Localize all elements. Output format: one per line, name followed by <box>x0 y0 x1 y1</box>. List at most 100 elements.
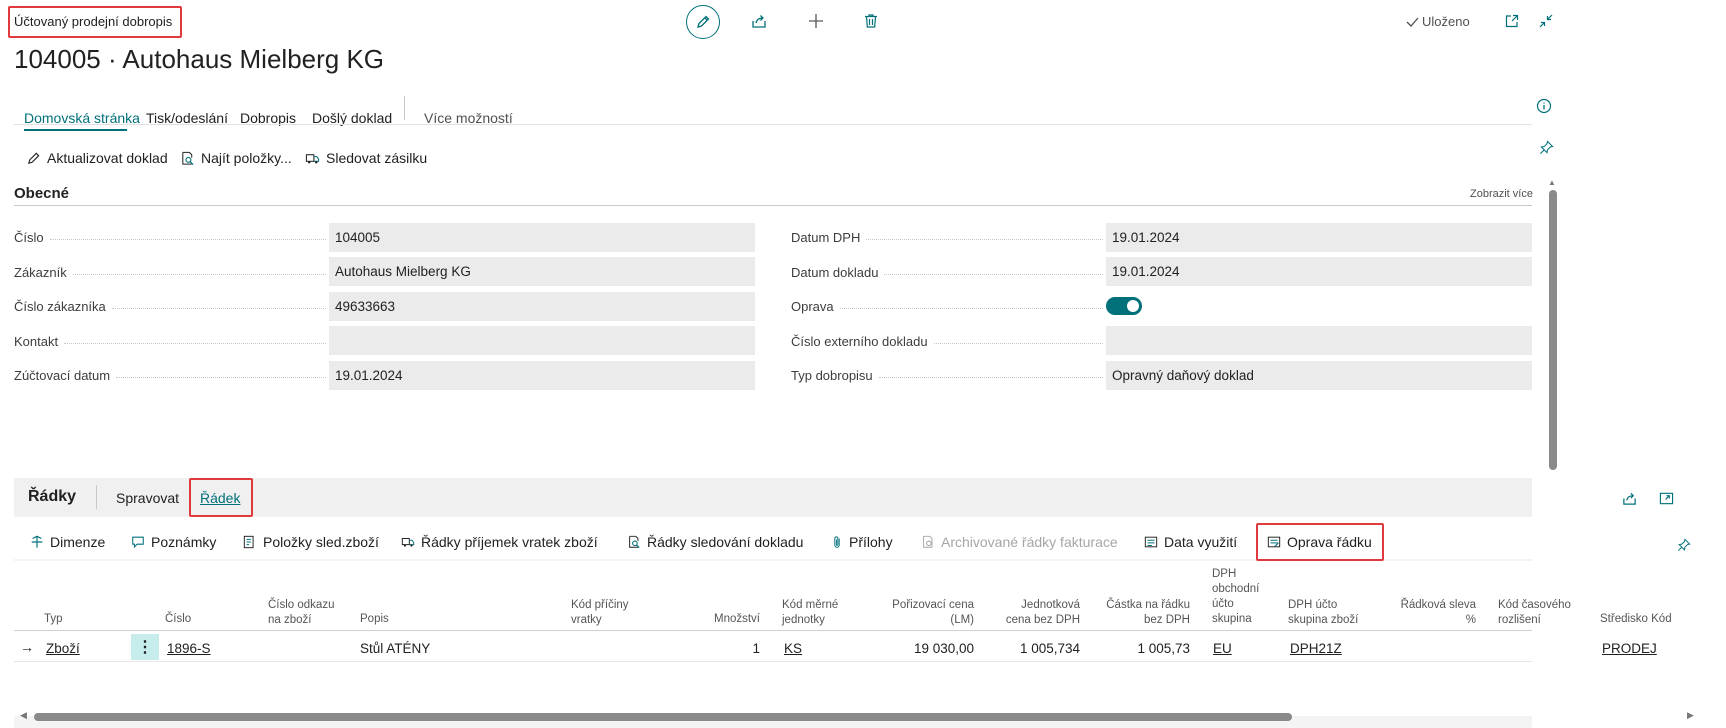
field-label-document-date: Datum dokladu <box>791 265 1103 280</box>
col-header-line-discount[interactable]: Řádková sleva % <box>1390 598 1476 628</box>
horizontal-scroll-right[interactable]: ▶ <box>1687 710 1694 721</box>
lines-share-button[interactable] <box>1619 488 1639 508</box>
breadcrumb[interactable]: Účtovaný prodejní dobropis <box>14 14 172 29</box>
pin-actions-button[interactable] <box>1536 137 1556 157</box>
cell-description[interactable]: Stůl ATÉNY <box>360 641 430 656</box>
tab-manage[interactable]: Spravovat <box>116 490 179 506</box>
track-shipment-button[interactable]: Sledovat zásilku <box>305 150 427 166</box>
page-scrollbar-up[interactable]: ▲ <box>1548 178 1556 187</box>
col-header-deferral-code[interactable]: Kód časového rozlišení <box>1498 598 1582 628</box>
dimensions-label: Dimenze <box>50 534 106 550</box>
col-header-vat-bus-group[interactable]: DPH obchodní účto skupina <box>1212 567 1268 627</box>
item-tracking-button[interactable]: Položky sled.zboží <box>243 534 379 550</box>
new-button[interactable] <box>805 10 827 32</box>
archived-invoice-lines-button[interactable]: Archivované řádky fakturace <box>921 534 1118 550</box>
lines-title[interactable]: Řádky <box>28 488 76 506</box>
field-posting-date[interactable]: 19.01.2024 <box>329 361 755 390</box>
archive-icon <box>923 535 933 548</box>
usage-data-button[interactable]: Data využití <box>1144 534 1237 550</box>
tab-line[interactable]: Řádek <box>200 490 240 506</box>
cell-type[interactable]: Zboží <box>46 641 80 656</box>
delete-button[interactable] <box>860 10 882 32</box>
general-section-title[interactable]: Obecné <box>14 185 69 202</box>
pencil-icon <box>697 15 710 28</box>
cell-unit-cost[interactable]: 19 030,00 <box>874 641 974 656</box>
horizontal-scroll-left[interactable]: ◀ <box>20 710 27 721</box>
attachments-button[interactable]: Přílohy <box>831 534 893 550</box>
field-document-date[interactable]: 19.01.2024 <box>1106 257 1532 286</box>
horizontal-scroll-thumb[interactable] <box>34 713 1292 721</box>
page-scrollbar-thumb[interactable] <box>1549 190 1557 470</box>
field-label-external-document: Číslo externího dokladu <box>791 334 1103 349</box>
col-header-type[interactable]: Typ <box>44 612 63 627</box>
field-contact[interactable] <box>329 326 755 355</box>
col-header-line-amount[interactable]: Částka na řádku bez DPH <box>1100 598 1190 628</box>
cell-vat-bus-group[interactable]: EU <box>1213 641 1232 656</box>
row-menu-button[interactable]: ⋮ <box>131 634 159 660</box>
info-icon <box>1536 98 1552 114</box>
line-correction-button[interactable]: Oprava řádku <box>1267 534 1372 550</box>
col-header-department-code[interactable]: Středisko Kód <box>1600 612 1690 627</box>
general-section-border <box>14 205 1532 206</box>
field-label-customer-number: Číslo zákazníka <box>14 299 326 314</box>
cell-number[interactable]: 1896-S <box>167 641 211 656</box>
dimensions-icon <box>31 535 43 548</box>
field-credit-memo-type[interactable]: Opravný daňový doklad <box>1106 361 1532 390</box>
field-label-posting-date: Zúčtovací datum <box>14 368 326 383</box>
col-header-unit-price[interactable]: Jednotková cena bez DPH <box>1000 598 1080 628</box>
lines-expand-button[interactable] <box>1656 488 1676 508</box>
open-new-window-button[interactable] <box>1502 11 1522 31</box>
field-customer-number[interactable]: 49633663 <box>329 292 755 321</box>
col-header-number[interactable]: Číslo <box>165 612 191 627</box>
cell-unit-price[interactable]: 1 005,734 <box>990 641 1080 656</box>
col-header-vat-prod-group[interactable]: DPH účto skupina zboží <box>1288 598 1368 628</box>
info-button[interactable] <box>1534 96 1554 116</box>
cell-vat-prod-group[interactable]: DPH21Z <box>1290 641 1342 656</box>
track-shipment-label: Sledovat zásilku <box>326 150 428 166</box>
col-header-quantity[interactable]: Množství <box>700 612 760 627</box>
col-header-item-reference[interactable]: Číslo odkazu na zboží <box>268 598 348 628</box>
return-receipt-lines-button[interactable]: Řádky příjemek vratek zboží <box>401 534 598 550</box>
comments-button[interactable]: Poznámky <box>131 534 216 550</box>
edit-button[interactable] <box>686 5 720 39</box>
usage-data-icon <box>1144 536 1158 548</box>
share-button[interactable] <box>748 10 770 32</box>
col-header-description[interactable]: Popis <box>360 612 389 627</box>
update-document-label: Aktualizovat doklad <box>47 150 168 166</box>
saved-status: Uloženo <box>1406 14 1470 29</box>
share-icon <box>1622 492 1636 505</box>
field-number[interactable]: 104005 <box>329 223 755 252</box>
field-external-document[interactable] <box>1106 326 1532 355</box>
collapse-button[interactable] <box>1536 11 1556 31</box>
find-entries-button[interactable]: Najít položky... <box>180 150 292 166</box>
field-label-correction: Oprava <box>791 299 1103 314</box>
collapse-icon <box>1539 14 1553 28</box>
cell-department-code[interactable]: PRODEJ <box>1602 641 1657 656</box>
field-label-contact: Kontakt <box>14 334 326 349</box>
line-correction-label: Oprava řádku <box>1287 534 1372 550</box>
cell-uom[interactable]: KS <box>784 641 802 656</box>
dimensions-button[interactable]: Dimenze <box>30 534 105 550</box>
toggle-knob <box>1127 300 1139 312</box>
correction-toggle[interactable] <box>1106 297 1142 315</box>
comments-icon <box>132 536 144 549</box>
field-vat-date[interactable]: 19.01.2024 <box>1106 223 1532 252</box>
usage-data-label: Data využití <box>1164 534 1238 550</box>
col-header-unit-cost[interactable]: Pořizovací cena (LM) <box>880 598 974 628</box>
field-label-credit-memo-type: Typ dobropisu <box>791 368 1103 383</box>
cell-quantity[interactable]: 1 <box>700 641 760 656</box>
field-customer[interactable]: Autohaus Mielberg KG <box>329 257 755 286</box>
document-tracking-lines-button[interactable]: Řádky sledování dokladu <box>627 534 803 550</box>
tabs-divider <box>404 96 405 120</box>
cell-line-amount[interactable]: 1 005,73 <box>1100 641 1190 656</box>
lines-title-divider <box>96 485 97 509</box>
tabs-bottom-border <box>14 124 1532 125</box>
lines-pin-button[interactable] <box>1674 535 1694 555</box>
item-tracking-icon <box>243 535 254 549</box>
tab-home-underline <box>24 129 127 131</box>
update-document-button[interactable]: Aktualizovat doklad <box>26 150 168 166</box>
archived-invoice-lines-label: Archivované řádky fakturace <box>941 534 1118 550</box>
col-header-return-reason[interactable]: Kód příčiny vratky <box>571 598 641 628</box>
col-header-uom[interactable]: Kód měrné jednotky <box>782 598 852 628</box>
show-more-link[interactable]: Zobrazit více <box>1470 188 1533 200</box>
